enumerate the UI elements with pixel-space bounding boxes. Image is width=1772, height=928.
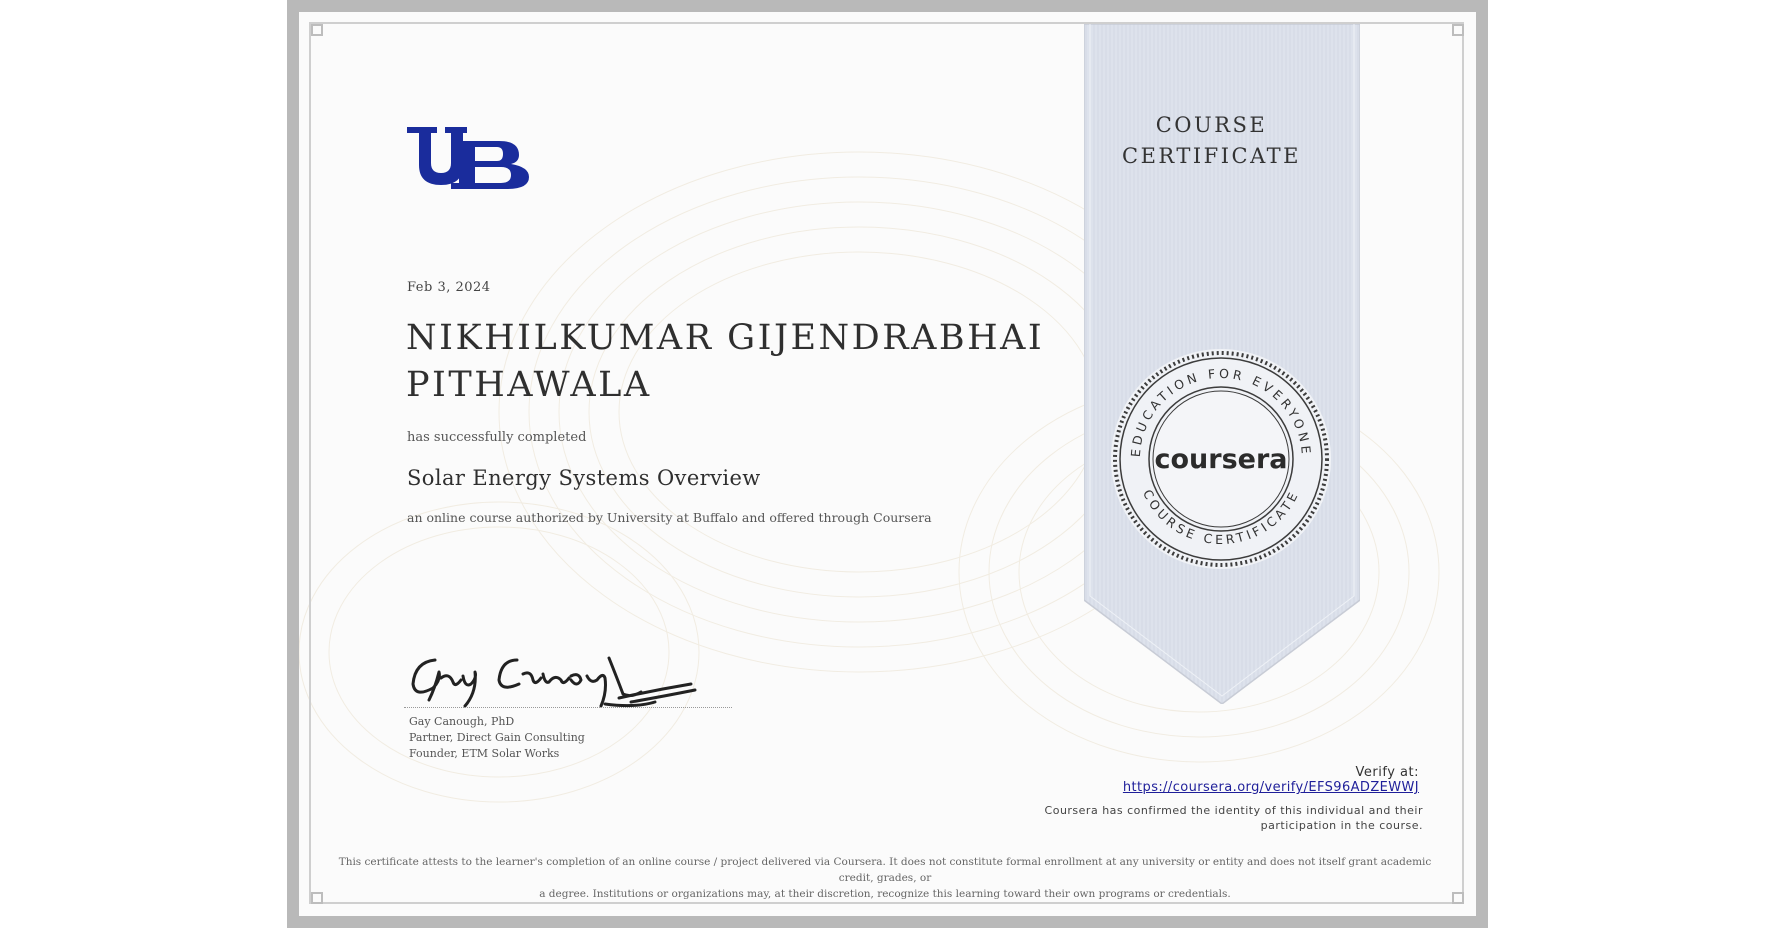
signer-info: Gay Canough, PhD Partner, Direct Gain Co… — [409, 714, 585, 762]
verify-link[interactable]: https://coursera.org/verify/EFS96ADZEWWJ — [1123, 780, 1419, 795]
identity-line-1: Coursera has confirmed the identity of t… — [1044, 804, 1423, 817]
identity-line-2: participation in the course. — [1260, 819, 1423, 832]
completed-text: has successfully completed — [407, 430, 587, 445]
corner-ornament-bottom-left — [311, 892, 323, 904]
identity-statement: Coursera has confirmed the identity of t… — [1043, 803, 1423, 833]
signature-image — [411, 656, 697, 708]
signer-name: Gay Canough, PhD — [409, 715, 515, 728]
recipient-name-line1: NIKHILKUMAR GIJENDRABHAI — [406, 318, 1045, 358]
ribbon-label-line1: COURSE — [1155, 113, 1268, 137]
issue-date: Feb 3, 2024 — [407, 280, 491, 295]
corner-ornament-top-left — [311, 24, 323, 36]
recipient-name: NIKHILKUMAR GIJENDRABHAI PITHAWALA — [406, 315, 1046, 409]
ub-logo — [407, 127, 529, 189]
ribbon-label-line2: CERTIFICATE — [1122, 144, 1301, 168]
signature-line — [404, 707, 732, 708]
recipient-name-line2: PITHAWALA — [406, 365, 652, 405]
coursera-seal: EDUCATION FOR EVERYONE COURSE CERTIFICAT… — [1111, 349, 1331, 569]
disclaimer: This certificate attests to the learner'… — [330, 854, 1440, 902]
signer-title-2: Founder, ETM Solar Works — [409, 747, 560, 760]
authorized-text: an online course authorized by Universit… — [407, 510, 932, 525]
signer-title-1: Partner, Direct Gain Consulting — [409, 731, 585, 744]
corner-ornament-top-right — [1452, 24, 1464, 36]
course-title: Solar Energy Systems Overview — [407, 466, 761, 490]
disclaimer-line-1: This certificate attests to the learner'… — [338, 856, 1432, 884]
corner-ornament-bottom-right — [1452, 892, 1464, 904]
seal-brand: coursera — [1154, 444, 1287, 475]
verify-label: Verify at: — [1355, 765, 1419, 780]
disclaimer-line-2: a degree. Institutions or organizations … — [539, 888, 1231, 900]
ribbon-label: COURSE CERTIFICATE — [1084, 110, 1339, 172]
